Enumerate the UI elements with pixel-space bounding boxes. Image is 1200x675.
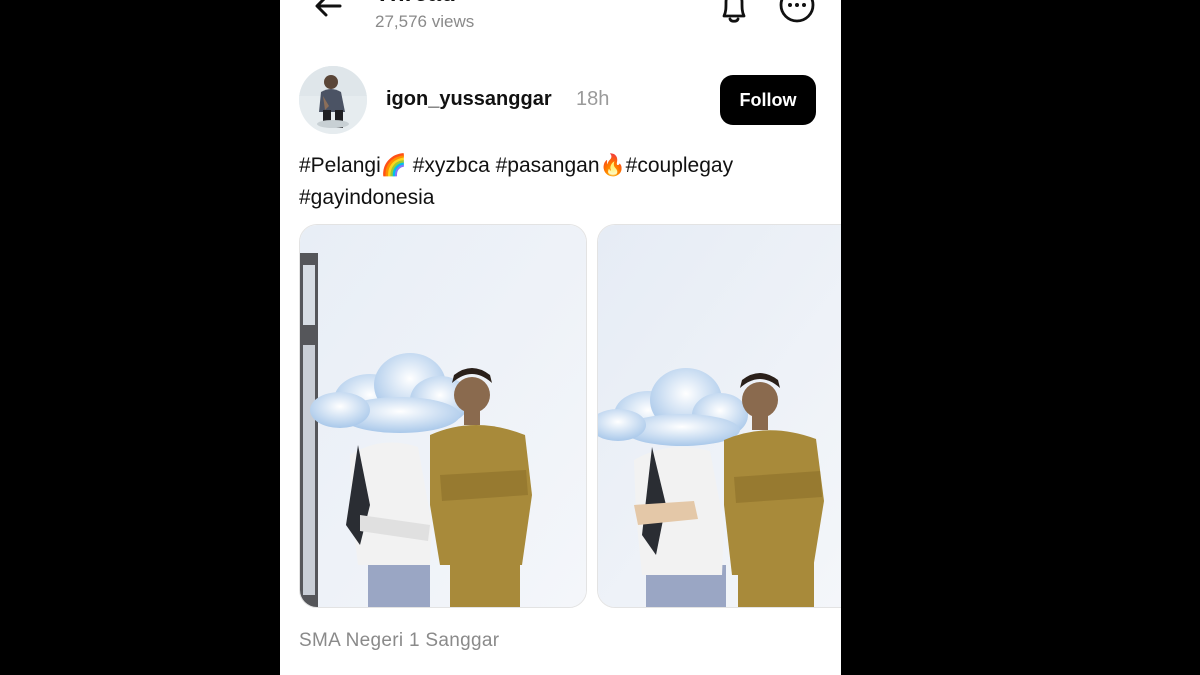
- post-photo-1[interactable]: [299, 224, 587, 608]
- more-options-icon[interactable]: [778, 0, 816, 24]
- post-caption: #Pelangi🌈 #xyzbca #pasangan🔥#couplegay #…: [299, 150, 819, 214]
- caption-line-1: #Pelangi🌈 #xyzbca #pasangan🔥#couplegay: [299, 154, 734, 177]
- top-bar: Thread 27,576 views: [280, 0, 841, 50]
- caption-line-2[interactable]: #gayindonesia: [299, 186, 434, 209]
- back-arrow-icon[interactable]: [310, 0, 346, 24]
- thread-screen: Thread 27,576 views igon_yussanggar 18h …: [280, 0, 841, 675]
- follow-button[interactable]: Follow: [720, 75, 816, 125]
- avatar[interactable]: [299, 66, 367, 134]
- username[interactable]: igon_yussanggar: [386, 88, 552, 111]
- bell-icon[interactable]: [716, 0, 752, 26]
- view-count: 27,576 views: [375, 12, 475, 31]
- post-location[interactable]: SMA Negeri 1 Sanggar: [299, 630, 499, 652]
- page-title: Thread: [375, 0, 456, 8]
- post-photo-2[interactable]: [597, 224, 841, 608]
- post-time: 18h: [576, 88, 610, 110]
- photo-carousel[interactable]: [299, 224, 841, 608]
